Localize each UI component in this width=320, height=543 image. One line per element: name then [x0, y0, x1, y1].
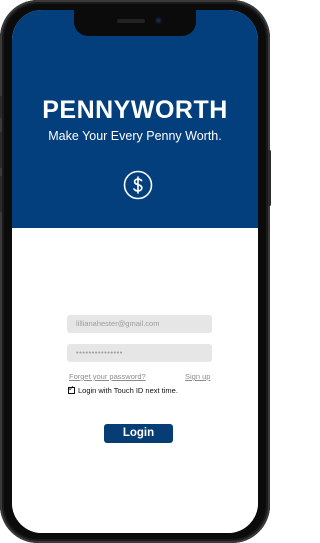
checkmark-icon: ✓	[68, 384, 75, 393]
volume-down-button	[0, 176, 2, 212]
touch-id-label: Login with Touch ID next time.	[78, 386, 178, 395]
email-field[interactable]	[67, 315, 212, 333]
login-button[interactable]: Login	[104, 424, 173, 443]
volume-up-button	[0, 132, 2, 168]
tagline: Make Your Every Penny Worth.	[48, 129, 222, 143]
camera-icon	[155, 17, 162, 24]
login-form: Forget your password? Sign up ✓ Login wi…	[12, 228, 258, 533]
power-button	[268, 150, 271, 206]
touch-id-checkbox[interactable]: ✓	[68, 384, 75, 394]
dollar-circle-icon	[123, 170, 153, 200]
app-title: PENNYWORTH	[42, 96, 228, 124]
hero-banner: PENNYWORTH Make Your Every Penny Worth.	[12, 10, 258, 228]
forgot-password-link[interactable]: Forget your password?	[69, 372, 146, 381]
mute-switch	[0, 96, 2, 118]
phone-screen: PENNYWORTH Make Your Every Penny Worth. …	[12, 10, 258, 533]
password-field[interactable]	[67, 344, 212, 362]
touch-id-option[interactable]: ✓ Login with Touch ID next time.	[68, 384, 178, 395]
speaker-grille	[117, 19, 145, 23]
phone-frame: PENNYWORTH Make Your Every Penny Worth. …	[0, 0, 271, 543]
sign-up-link[interactable]: Sign up	[185, 372, 210, 381]
notch	[74, 10, 196, 36]
